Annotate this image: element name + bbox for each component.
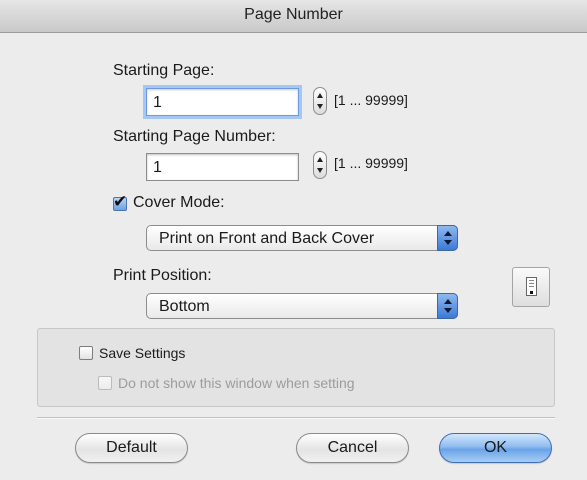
starting-page-number-stepper[interactable] [313, 151, 327, 179]
stepper-down-icon[interactable] [317, 104, 323, 109]
print-position-selected: Bottom [159, 298, 210, 315]
default-button[interactable]: Default [75, 433, 188, 463]
popup-arrows-icon [437, 293, 458, 319]
starting-page-number-input[interactable]: 1 [146, 153, 299, 181]
stepper-up-icon[interactable] [317, 93, 323, 98]
save-settings-label: Save Settings [99, 345, 186, 361]
title-bar: Page Number [0, 0, 587, 33]
window-title: Page Number [244, 6, 343, 23]
page-number-marker-icon [530, 291, 533, 294]
starting-page-stepper[interactable] [313, 87, 327, 115]
page-position-icon [512, 267, 550, 307]
dont-show-label: Do not show this window when setting [118, 375, 355, 391]
cover-mode-checkbox[interactable]: ✔ [113, 192, 127, 211]
cover-mode-popup[interactable]: Print on Front and Back Cover [146, 225, 458, 251]
save-settings-checkbox[interactable] [79, 346, 93, 360]
ok-button[interactable]: OK [439, 433, 552, 463]
print-position-label: Print Position: [113, 267, 212, 284]
starting-page-label: Starting Page: [113, 62, 215, 79]
settings-group [37, 328, 555, 407]
checkmark-icon: ✔ [113, 192, 128, 211]
cover-mode-selected: Print on Front and Back Cover [159, 230, 375, 247]
starting-page-number-label: Starting Page Number: [113, 128, 276, 145]
stepper-up-icon[interactable] [317, 157, 323, 162]
cancel-button[interactable]: Cancel [296, 433, 409, 463]
stepper-down-icon[interactable] [317, 168, 323, 173]
starting-page-input[interactable]: 1 [146, 88, 299, 116]
starting-page-range: [1 ... 99999] [334, 92, 408, 108]
cover-mode-label: Cover Mode: [133, 194, 225, 211]
starting-page-number-range: [1 ... 99999] [334, 155, 408, 171]
popup-arrows-icon [437, 225, 458, 251]
divider [37, 417, 555, 419]
print-position-popup[interactable]: Bottom [146, 293, 458, 319]
dont-show-checkbox [98, 376, 112, 390]
